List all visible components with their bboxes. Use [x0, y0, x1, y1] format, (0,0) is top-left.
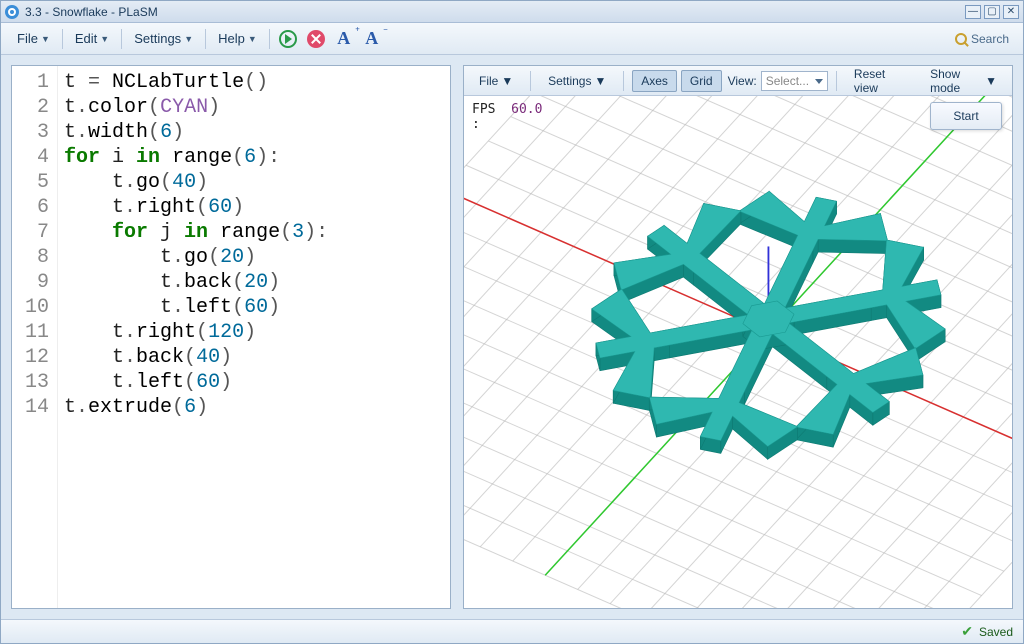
line-gutter: 1234567891011121314: [12, 66, 58, 608]
menu-help[interactable]: Help▼: [210, 27, 265, 50]
menu-edit[interactable]: Edit▼: [67, 27, 117, 50]
fps-readout: FPS 60.0:: [472, 102, 542, 132]
viewer-panel: File▼ Settings▼ Axes Grid View: Select..…: [463, 65, 1013, 609]
caret-icon: ▼: [41, 34, 50, 44]
viewer-file-label: File: [479, 74, 498, 88]
viewer-settings-menu[interactable]: Settings▼: [539, 70, 615, 92]
search-button[interactable]: Search: [949, 30, 1015, 48]
close-button[interactable]: ✕: [1003, 5, 1019, 19]
code-editor[interactable]: 1234567891011121314 t = NCLabTurtle()t.c…: [11, 65, 451, 609]
grid-toggle[interactable]: Grid: [681, 70, 722, 92]
caret-icon: ▼: [248, 34, 257, 44]
reset-view-button[interactable]: Reset view: [845, 63, 913, 99]
titlebar: 3.3 - Snowflake - PLaSM — ▢ ✕: [1, 1, 1023, 23]
stop-icon: [307, 30, 325, 48]
menu-file[interactable]: File▼: [9, 27, 58, 50]
caret-icon: ▼: [100, 34, 109, 44]
menu-separator: [205, 29, 206, 49]
menu-separator: [62, 29, 63, 49]
viewer-toolbar: File▼ Settings▼ Axes Grid View: Select..…: [464, 66, 1012, 96]
font-increase-button[interactable]: A+: [332, 27, 356, 51]
window-controls: — ▢ ✕: [965, 5, 1019, 19]
menu-help-label: Help: [218, 31, 245, 46]
minimize-button[interactable]: —: [965, 5, 981, 19]
app-window: 3.3 - Snowflake - PLaSM — ▢ ✕ File▼ Edit…: [0, 0, 1024, 644]
maximize-button[interactable]: ▢: [984, 5, 1000, 19]
canvas-3d[interactable]: FPS 60.0: Start: [464, 96, 1012, 608]
menu-separator: [836, 71, 837, 91]
menu-settings-label: Settings: [134, 31, 181, 46]
check-icon: ✔: [961, 623, 973, 640]
menu-separator: [623, 71, 624, 91]
statusbar: ✔ Saved: [1, 619, 1023, 643]
font-decrease-button[interactable]: A−: [360, 27, 384, 51]
code-body[interactable]: t = NCLabTurtle()t.color(CYAN)t.width(6)…: [58, 66, 334, 608]
menu-edit-label: Edit: [75, 31, 97, 46]
status-text: Saved: [979, 625, 1013, 639]
window-title: 3.3 - Snowflake - PLaSM: [25, 5, 965, 19]
viewer-file-menu[interactable]: File▼: [470, 70, 522, 92]
menu-file-label: File: [17, 31, 38, 46]
caret-icon: ▼: [594, 74, 606, 88]
caret-icon: ▼: [985, 74, 997, 88]
grid-svg: [464, 96, 1012, 608]
search-label: Search: [971, 32, 1009, 46]
view-label: View:: [728, 74, 757, 88]
menubar: File▼ Edit▼ Settings▼ Help▼ A+ A− Search: [1, 23, 1023, 55]
view-select[interactable]: Select...: [761, 71, 828, 91]
search-icon: [955, 33, 967, 45]
fps-label: FPS: [472, 102, 495, 117]
stop-button[interactable]: [304, 27, 328, 51]
show-mode-label: Show mode: [930, 67, 982, 95]
axes-toggle[interactable]: Axes: [632, 70, 677, 92]
start-button[interactable]: Start: [930, 102, 1002, 130]
viewer-settings-label: Settings: [548, 74, 591, 88]
menu-separator: [530, 71, 531, 91]
caret-icon: ▼: [501, 74, 513, 88]
menu-separator: [121, 29, 122, 49]
content-area: 1234567891011121314 t = NCLabTurtle()t.c…: [1, 55, 1023, 619]
menu-settings[interactable]: Settings▼: [126, 27, 201, 50]
app-icon: [5, 5, 19, 19]
caret-icon: ▼: [184, 34, 193, 44]
play-icon: [279, 30, 297, 48]
show-mode-menu[interactable]: Show mode▼: [921, 63, 1006, 99]
menu-separator: [269, 29, 270, 49]
view-select-value: Select...: [766, 74, 809, 88]
fps-value: 60.0: [511, 102, 542, 117]
run-button[interactable]: [276, 27, 300, 51]
